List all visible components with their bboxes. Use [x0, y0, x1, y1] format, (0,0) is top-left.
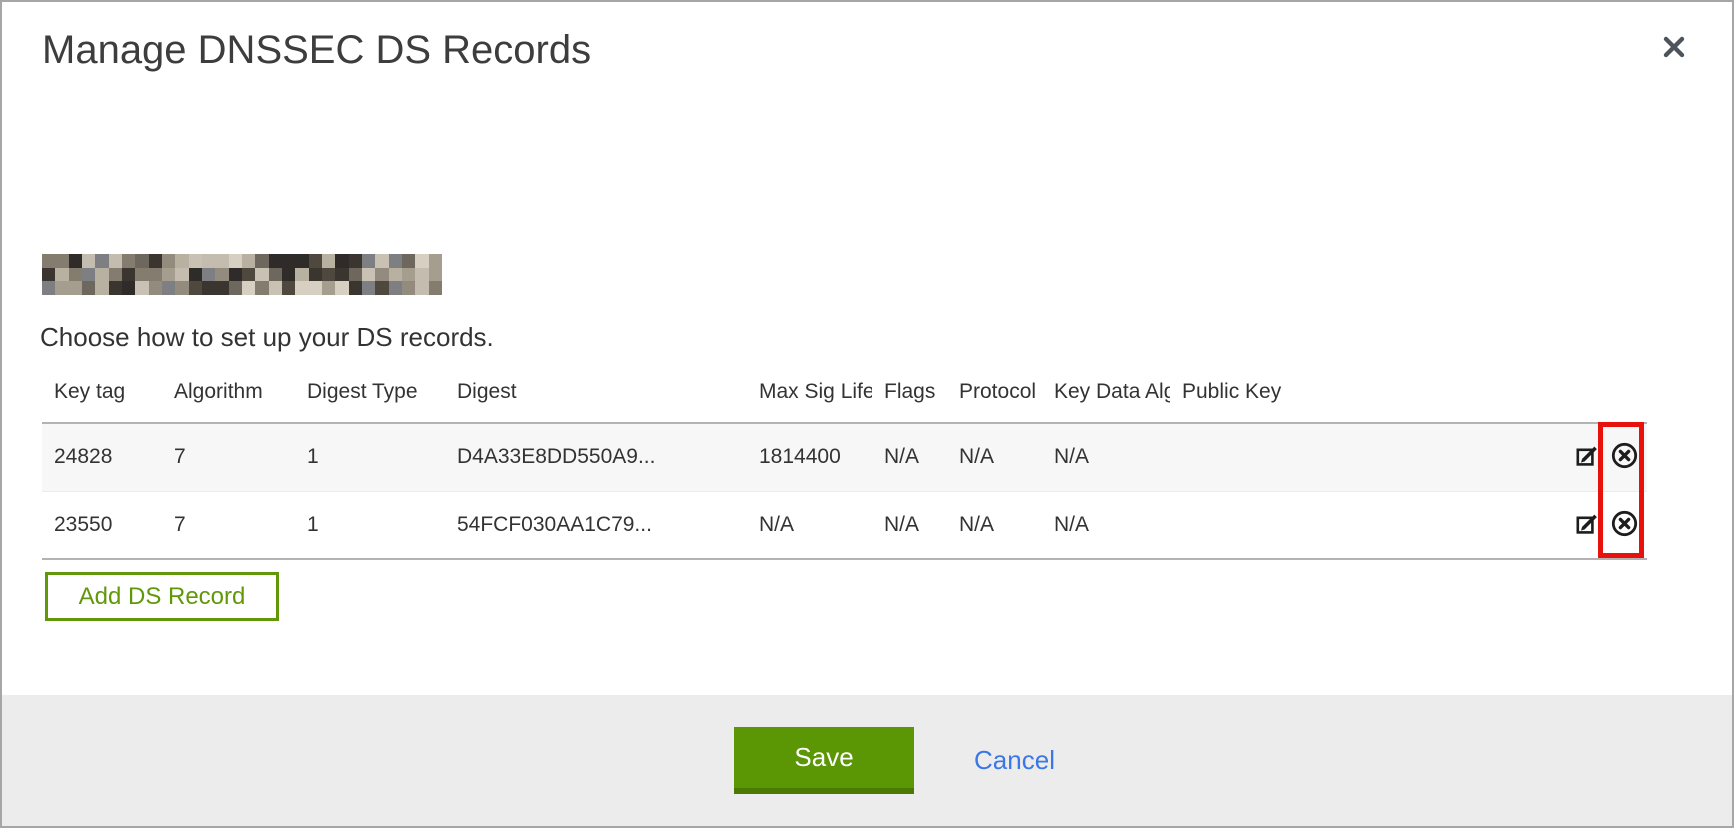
cell-digest: D4A33E8DD550A9... — [445, 423, 747, 491]
cell-digest: 54FCF030AA1C79... — [445, 491, 747, 559]
col-header-protocol: Protocol — [947, 368, 1042, 423]
edit-record-icon[interactable] — [1574, 510, 1601, 540]
cell-key-data-alg: N/A — [1042, 491, 1170, 559]
col-header-digest-type: Digest Type — [295, 368, 445, 423]
cell-max-sig-life: 1814400 — [747, 423, 872, 491]
table-row: 23550 7 1 54FCF030AA1C79... N/A N/A N/A … — [42, 491, 1647, 559]
cell-public-key — [1170, 491, 1403, 559]
col-header-key-tag: Key tag — [42, 368, 162, 423]
cell-algorithm: 7 — [162, 491, 295, 559]
cell-digest-type: 1 — [295, 491, 445, 559]
manage-dnssec-modal: Manage DNSSEC DS Records Choose how to s… — [0, 0, 1734, 828]
add-ds-record-button[interactable]: Add DS Record — [45, 572, 279, 621]
redacted-domain-name — [42, 254, 442, 295]
save-button[interactable]: Save — [734, 727, 914, 794]
close-icon[interactable] — [1656, 30, 1692, 66]
cell-algorithm: 7 — [162, 423, 295, 491]
col-header-flags: Flags — [872, 368, 947, 423]
modal-footer: Save Cancel — [2, 695, 1732, 826]
cell-key-tag: 23550 — [42, 491, 162, 559]
cell-protocol: N/A — [947, 491, 1042, 559]
cell-flags: N/A — [872, 491, 947, 559]
cell-digest-type: 1 — [295, 423, 445, 491]
col-header-key-data-alg: Key Data Alg — [1042, 368, 1170, 423]
col-header-digest: Digest — [445, 368, 747, 423]
col-header-actions — [1403, 368, 1647, 423]
cell-key-tag: 24828 — [42, 423, 162, 491]
table-header-row: Key tag Algorithm Digest Type Digest Max… — [42, 368, 1647, 423]
cancel-button[interactable]: Cancel — [974, 745, 1055, 776]
edit-record-icon[interactable] — [1574, 442, 1601, 472]
instruction-text: Choose how to set up your DS records. — [40, 322, 494, 353]
page-title: Manage DNSSEC DS Records — [42, 28, 591, 73]
col-header-algorithm: Algorithm — [162, 368, 295, 423]
delete-record-icon[interactable] — [1610, 509, 1639, 541]
cell-key-data-alg: N/A — [1042, 423, 1170, 491]
delete-record-icon[interactable] — [1610, 441, 1639, 473]
ds-records-table: Key tag Algorithm Digest Type Digest Max… — [42, 368, 1647, 560]
cell-protocol: N/A — [947, 423, 1042, 491]
cell-max-sig-life: N/A — [747, 491, 872, 559]
col-header-max-sig-life: Max Sig Life — [747, 368, 872, 423]
col-header-public-key: Public Key — [1170, 368, 1403, 423]
cell-flags: N/A — [872, 423, 947, 491]
table-row: 24828 7 1 D4A33E8DD550A9... 1814400 N/A … — [42, 423, 1647, 491]
cell-public-key — [1170, 423, 1403, 491]
